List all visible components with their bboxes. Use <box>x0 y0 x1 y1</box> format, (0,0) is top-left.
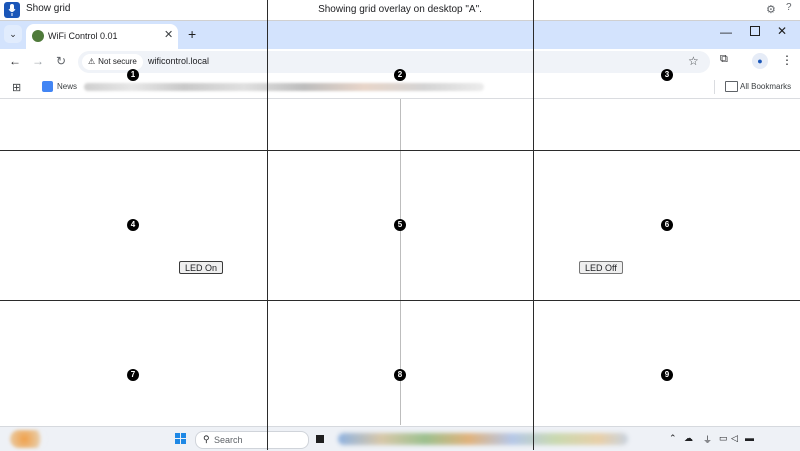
restore-icon[interactable] <box>750 26 760 36</box>
taskbar-search-label: Search <box>214 435 243 445</box>
grid-number-1: 1 <box>127 69 139 81</box>
grid-number-5: 5 <box>394 219 406 231</box>
grid-line-vertical <box>267 0 268 450</box>
bookmark-star-icon[interactable]: ☆ <box>688 54 699 68</box>
tab-strip: ⌄ WiFi Control 0.01 ✕ + — ✕ <box>0 21 800 49</box>
reload-icon[interactable]: ↻ <box>56 54 66 68</box>
window-close-icon[interactable]: ✕ <box>777 24 787 38</box>
taskbar-app-icon[interactable] <box>316 435 324 443</box>
help-button[interactable]: ? <box>786 2 792 13</box>
weather-widget[interactable] <box>10 430 46 448</box>
grid-number-7: 7 <box>127 369 139 381</box>
news-icon <box>42 81 53 92</box>
back-arrow-icon[interactable]: ← <box>9 54 21 68</box>
chevron-down-icon[interactable]: ⌄ <box>4 25 22 43</box>
windows-start-icon[interactable] <box>175 433 187 445</box>
security-label: Not secure <box>98 57 137 66</box>
bookmarks-blurred <box>84 83 484 91</box>
grid-number-8: 8 <box>394 369 406 381</box>
taskbar-search[interactable]: ⚲ Search <box>195 431 309 449</box>
cloud-icon[interactable]: ☁ <box>684 433 693 444</box>
chevron-up-icon[interactable]: ⌃ <box>669 433 677 444</box>
folder-icon <box>725 81 738 92</box>
close-icon[interactable]: ✕ <box>164 28 173 41</box>
address-bar[interactable]: ⚠ Not secure wificontrol.local ☆ <box>78 51 710 73</box>
microphone-tray-icon[interactable]: ⏚ <box>703 433 712 446</box>
grid-number-2: 2 <box>394 69 406 81</box>
voice-status-text: Showing grid overlay on desktop "A". <box>318 4 482 15</box>
globe-icon <box>32 30 44 42</box>
grid-line-horizontal <box>0 150 800 151</box>
tab-title: WiFi Control 0.01 <box>48 31 118 41</box>
voice-access-bar: Show grid Showing grid overlay on deskto… <box>0 0 800 21</box>
battery-icon[interactable]: ▬ <box>745 433 754 443</box>
taskbar-apps-blurred <box>338 433 628 445</box>
search-icon: ⚲ <box>203 434 210 444</box>
taskbar: ⚲ Search ⌃ ☁ ⏚ ▭ ◁ ▬ <box>0 426 800 451</box>
grid-number-4: 4 <box>127 219 139 231</box>
network-icon[interactable]: ▭ <box>719 433 728 444</box>
profile-avatar-icon[interactable]: ● <box>752 53 768 69</box>
grid-line-horizontal <box>0 300 800 301</box>
grid-number-9: 9 <box>661 369 673 381</box>
grid-line-vertical <box>533 0 534 450</box>
all-bookmarks-button[interactable]: All Bookmarks <box>740 82 791 91</box>
minimize-icon[interactable]: — <box>720 25 732 39</box>
url-text[interactable]: wificontrol.local <box>148 56 209 66</box>
kebab-menu-icon[interactable]: ⋮ <box>781 53 793 67</box>
new-tab-button[interactable]: + <box>188 26 196 42</box>
grid-number-6: 6 <box>661 219 673 231</box>
gear-icon[interactable]: ⚙ <box>766 3 776 16</box>
led-on-button[interactable]: LED On <box>179 261 224 274</box>
apps-grid-icon[interactable]: ⊞ <box>12 81 21 94</box>
tab-wifi-control[interactable]: WiFi Control 0.01 ✕ <box>26 24 178 49</box>
security-chip[interactable]: ⚠ Not secure <box>82 54 143 70</box>
grid-number-3: 3 <box>661 69 673 81</box>
speaker-icon[interactable]: ◁ <box>731 433 738 444</box>
bookmark-news[interactable]: News <box>57 82 77 91</box>
forward-arrow-icon[interactable]: → <box>32 54 44 68</box>
warning-icon: ⚠ <box>88 57 96 66</box>
extensions-icon[interactable]: ⧉ <box>720 53 728 66</box>
led-off-button[interactable]: LED Off <box>579 261 623 274</box>
bookmarks-divider <box>714 80 715 94</box>
